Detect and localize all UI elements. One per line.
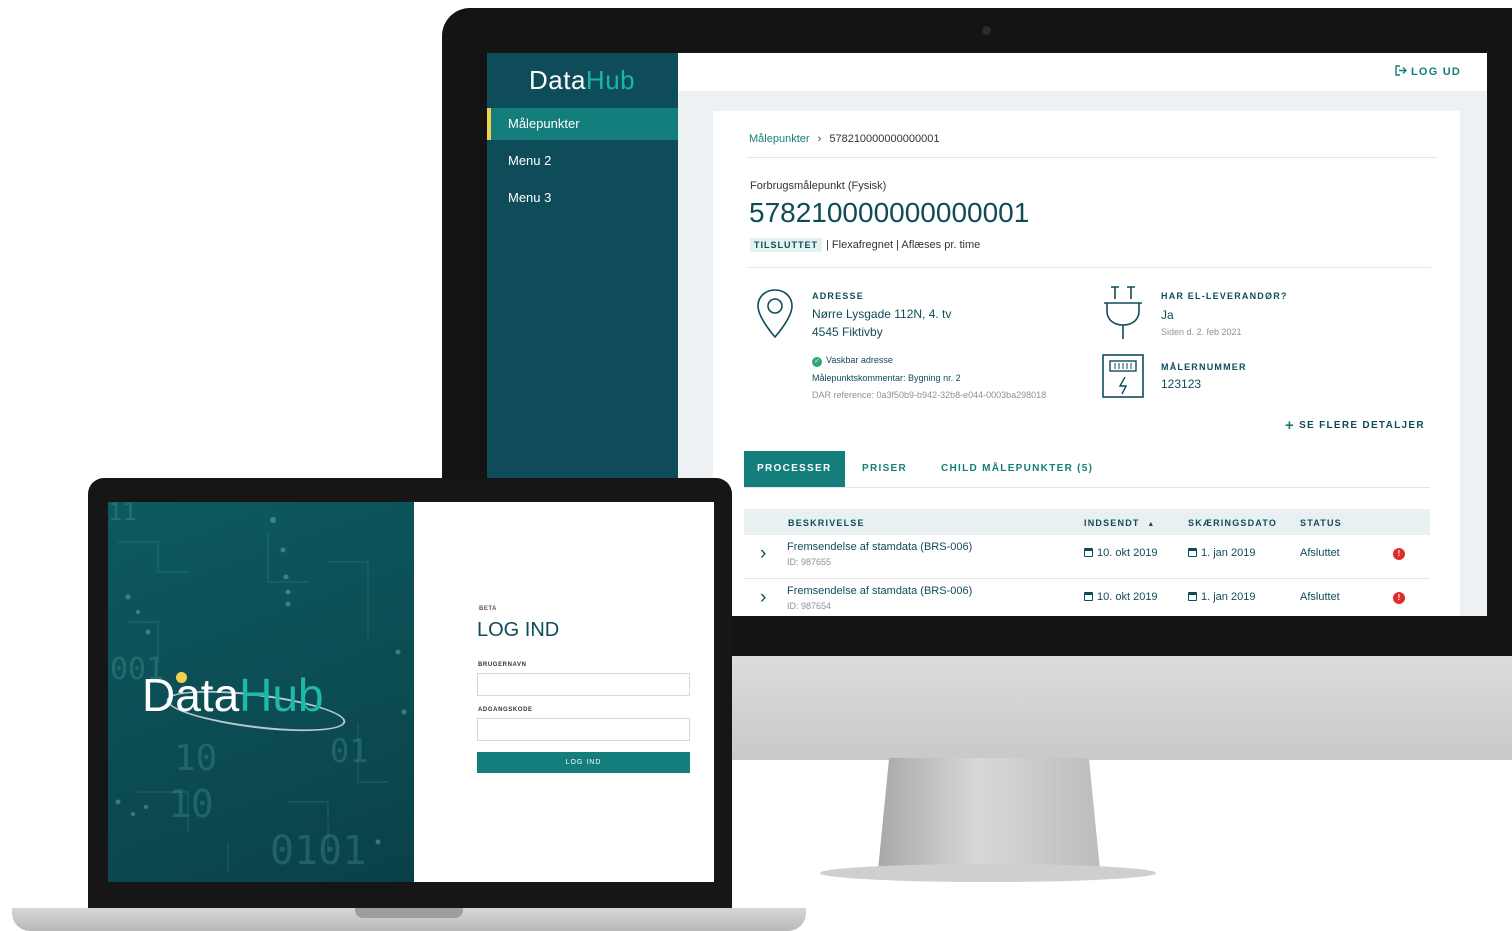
supplier-value: Ja — [1161, 308, 1174, 322]
column-header-description[interactable]: BESKRIVELSE — [788, 518, 865, 528]
imac-stand — [878, 758, 1100, 870]
beta-badge: BETA — [479, 606, 497, 612]
chevron-right-icon[interactable]: › — [760, 543, 766, 565]
art-digits: 10 — [174, 738, 218, 779]
chevron-right-icon: › — [817, 133, 822, 145]
meteringpoint-comment: Målepunktskommentar: Bygning nr. 2 — [812, 373, 961, 383]
sidebar-item-menu-2[interactable]: Menu 2 — [487, 145, 678, 177]
datahub-logo[interactable]: DataHub — [529, 65, 635, 96]
art-digits: 0101 — [270, 828, 367, 874]
tab-child-malepunkter[interactable]: CHILD MÅLEPUNKTER (5) — [941, 451, 1093, 487]
row-submitted: 10. okt 2019 — [1084, 547, 1158, 559]
sort-ascending-icon: ▲ — [1147, 521, 1156, 528]
imac-camera — [982, 26, 991, 35]
calendar-icon — [1188, 592, 1197, 601]
address-line-2: 4545 Fiktivby — [812, 325, 883, 339]
tabs-underline — [744, 487, 1430, 488]
row-id: ID: 987654 — [787, 601, 832, 611]
column-header-status[interactable]: STATUS — [1300, 518, 1342, 528]
row-status: Afsluttet — [1300, 547, 1340, 559]
row-cutoff: 1. jan 2019 — [1188, 547, 1255, 559]
location-pin-icon — [757, 289, 793, 339]
row-status: Afsluttet — [1300, 591, 1340, 603]
datahub-logo-large: DataHub — [142, 669, 324, 721]
address-label: ADRESSE — [812, 291, 864, 301]
imac-foot — [820, 864, 1156, 882]
username-label: BRUGERNAVN — [478, 662, 527, 668]
plug-icon — [1104, 286, 1142, 339]
divider — [747, 157, 1437, 158]
column-header-submitted[interactable]: INDSENDT ▲ — [1084, 518, 1155, 528]
row-id: ID: 987655 — [787, 557, 832, 567]
sidebar-item-menu-3[interactable]: Menu 3 — [487, 182, 678, 214]
dar-reference: DAR reference: 0a3f50b9-b942-32b8-e044-0… — [812, 390, 1047, 400]
row-cutoff: 1. jan 2019 — [1188, 591, 1255, 603]
meter-value: 123123 — [1161, 377, 1202, 391]
meteringpoint-type: Forbrugsmålepunkt (Fysisk) — [750, 180, 887, 192]
table-row[interactable]: › Fremsendelse af stamdata (BRS-006) ID:… — [744, 579, 1430, 616]
supplier-label: HAR EL-LEVERANDØR? — [1161, 291, 1288, 301]
meter-label: MÅLERNUMMER — [1161, 362, 1247, 372]
calendar-icon — [1188, 548, 1197, 557]
laptop-notch — [355, 908, 463, 918]
divider — [747, 267, 1431, 268]
wash-address: ✓ Vaskbar adresse — [812, 355, 893, 367]
art-digits: 10 — [168, 782, 214, 826]
password-input[interactable] — [477, 718, 690, 741]
logout-icon — [1395, 65, 1408, 76]
password-label: ADGANGSKODE — [478, 707, 533, 713]
device-mockup: DataHub Målepunkter Menu 2 Menu 3 LOG UD… — [0, 0, 1512, 931]
imac-chin — [732, 656, 1512, 760]
login-hero-art: 11 001 10 10 01 0101 DataHub — [108, 502, 414, 882]
tab-priser[interactable]: PRISER — [862, 451, 907, 487]
check-circle-icon: ✓ — [812, 357, 822, 367]
calendar-icon — [1084, 592, 1093, 601]
chevron-right-icon[interactable]: › — [760, 587, 766, 609]
table-row[interactable]: › Fremsendelse af stamdata (BRS-006) ID:… — [744, 535, 1430, 578]
supplier-since: Siden d. 2. feb 2021 — [1161, 327, 1242, 337]
row-description: Fremsendelse af stamdata (BRS-006) — [787, 585, 973, 597]
sidebar-item-malepunkter[interactable]: Målepunkter — [487, 108, 678, 140]
row-description: Fremsendelse af stamdata (BRS-006) — [787, 541, 973, 553]
logout-button[interactable]: LOG UD — [1395, 65, 1461, 78]
plus-icon: + — [1285, 417, 1296, 434]
breadcrumb-current: 578210000000000001 — [829, 133, 940, 145]
calendar-icon — [1084, 548, 1093, 557]
see-more-details-link[interactable]: + SE FLERE DETALJER — [1285, 417, 1425, 434]
login-button[interactable]: LOG IND — [477, 752, 690, 773]
meteringpoint-tags-text: | Flexafregnet | Aflæses pr. time — [826, 239, 981, 251]
column-header-cutoff-date[interactable]: SKÆRINGSDATO — [1188, 518, 1277, 528]
breadcrumb-root-link[interactable]: Målepunkter — [749, 133, 810, 145]
art-digits: 11 — [108, 502, 137, 526]
meteringpoint-id: 578210000000000001 — [749, 197, 1030, 228]
breadcrumb: Målepunkter › 578210000000000001 — [749, 133, 939, 145]
art-digits: 01 — [330, 732, 369, 770]
table-header: BESKRIVELSE INDSENDT ▲ SKÆRINGSDATO STAT… — [744, 509, 1430, 535]
address-line-1: Nørre Lysgade 112N, 4. tv — [812, 307, 952, 321]
username-input[interactable] — [477, 673, 690, 696]
tab-processer[interactable]: PROCESSER — [744, 451, 845, 487]
meteringpoint-card: Målepunkter › 578210000000000001 Forbrug… — [713, 111, 1460, 616]
topbar: LOG UD — [678, 53, 1487, 91]
error-icon: ! — [1393, 592, 1405, 604]
row-submitted: 10. okt 2019 — [1084, 591, 1158, 603]
login-screen: 11 001 10 10 01 0101 DataHub BETA LOG IN… — [108, 502, 714, 882]
status-badge: TILSLUTTET — [750, 238, 822, 252]
error-icon: ! — [1393, 548, 1405, 560]
meteringpoint-tags: TILSLUTTET | Flexafregnet | Aflæses pr. t… — [750, 238, 980, 252]
login-title: LOG IND — [477, 619, 560, 641]
meter-icon — [1102, 354, 1144, 398]
